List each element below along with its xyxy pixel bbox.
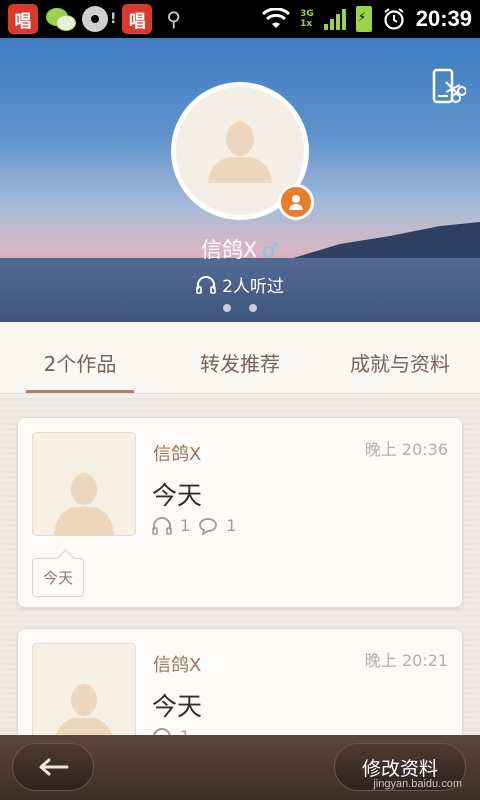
work-title: 今天: [152, 481, 203, 510]
bottom-bar: 修改资料: [0, 735, 480, 800]
gender-male-icon: ♂: [261, 238, 280, 262]
status-bar: 唱 ! 唱 ⚲ 3G 1x 20:39: [0, 0, 480, 38]
default-avatar-icon: [56, 684, 112, 735]
signal-icon: [323, 8, 346, 30]
watermark: jingyan.baidu.com: [373, 778, 462, 790]
comment-count: 1: [226, 516, 237, 535]
username: 信鸽X: [200, 238, 258, 262]
page-indicator: [0, 304, 480, 312]
tab-achievements[interactable]: 成就与资料: [320, 322, 480, 393]
usb-icon: ⚲: [166, 7, 182, 31]
listen-count-row: 2人听过: [0, 272, 480, 297]
page-dot: [223, 304, 231, 312]
warning-mark: !: [110, 11, 117, 27]
works-list: 信鸽X 晚上 20:36 今天 1 1 今天 信鸽X 晚上 20:21 今天: [0, 395, 480, 735]
app-notification-icon-2: 唱: [122, 4, 153, 34]
app-notification-icon: 唱: [8, 4, 38, 34]
comment-bubble-icon: [199, 517, 218, 535]
battery-icon: [355, 6, 372, 32]
headphone-icon: [196, 275, 216, 294]
work-title: 今天: [152, 692, 203, 721]
work-stats: 1: [152, 727, 190, 735]
listen-count: 1: [180, 516, 191, 535]
default-avatar-icon: [208, 122, 272, 183]
work-thumbnail: [32, 432, 136, 536]
listen-count: 2人听过: [222, 277, 284, 297]
disc-icon: [82, 6, 108, 32]
left-arrow-icon: [39, 758, 69, 776]
work-card[interactable]: 信鸽X 晚上 20:36 今天 1 1 今天: [17, 417, 463, 608]
person-badge-icon: [278, 184, 314, 220]
default-avatar-icon: [54, 473, 114, 535]
phone-scissors-icon[interactable]: [432, 68, 466, 106]
work-card[interactable]: 信鸽X 晚上 20:21 今天 1: [17, 628, 463, 735]
page-dot: [249, 304, 257, 312]
profile-banner: 信鸽X ♂ 2人听过: [0, 38, 480, 322]
back-button[interactable]: [12, 743, 94, 791]
work-time: 晚上 20:36: [364, 440, 448, 459]
username-row: 信鸽X ♂: [0, 234, 480, 264]
profile-tabs: 2个作品 转发推荐 成就与资料: [0, 322, 480, 394]
tab-works[interactable]: 2个作品: [0, 322, 160, 393]
wechat-icon: [44, 4, 76, 34]
headphone-icon: [152, 516, 172, 535]
work-time: 晚上 20:21: [364, 651, 448, 670]
headphone-icon: [153, 727, 171, 735]
work-author[interactable]: 信鸽X: [153, 651, 201, 677]
work-thumbnail: [32, 643, 136, 735]
network-type: 3G 1x: [300, 9, 314, 29]
work-tag[interactable]: 今天: [32, 558, 85, 597]
wifi-icon: [262, 8, 291, 28]
work-stats: 1 1: [152, 516, 236, 535]
listen-count: 1: [180, 727, 190, 735]
work-author[interactable]: 信鸽X: [153, 440, 201, 466]
tab-reposts[interactable]: 转发推荐: [160, 322, 320, 393]
alarm-icon: [384, 8, 404, 30]
clock: 20:39: [415, 6, 472, 31]
